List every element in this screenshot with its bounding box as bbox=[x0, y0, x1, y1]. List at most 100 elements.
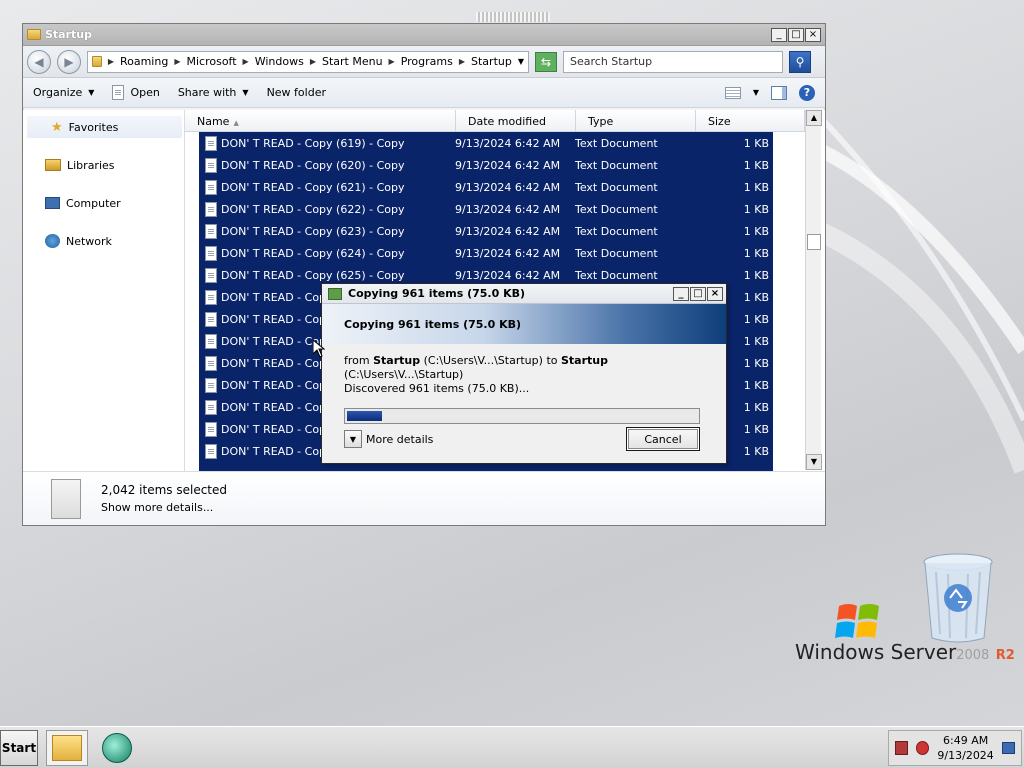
text-document-icon bbox=[205, 399, 217, 415]
progress-fill bbox=[347, 411, 382, 421]
file-name-cell: DON' T READ - Copy (620) - Copy bbox=[199, 157, 455, 173]
scroll-up-button[interactable]: ▲ bbox=[806, 110, 822, 126]
column-header-size[interactable]: Size bbox=[696, 110, 805, 132]
copy-status: Discovered 961 items (75.0 KB)... bbox=[344, 382, 530, 395]
dialog-maximize-button[interactable]: □ bbox=[690, 286, 706, 301]
address-bar[interactable]: ▶ Roaming ▶ Microsoft ▶ Windows ▶ Start Men… bbox=[87, 50, 529, 73]
breadcrumb-startup[interactable]: Startup bbox=[471, 55, 512, 68]
breadcrumb-microsoft[interactable]: Microsoft ▶ bbox=[186, 55, 248, 68]
maximize-button[interactable]: □ bbox=[788, 27, 804, 42]
dialog-minimize-button[interactable]: _ bbox=[673, 286, 689, 301]
help-icon[interactable]: ? bbox=[799, 84, 815, 101]
server-manager-icon bbox=[102, 732, 132, 763]
chevron-down-icon: ▼ bbox=[88, 88, 95, 97]
more-details-label[interactable]: More details bbox=[366, 433, 433, 446]
dialog-close-button[interactable]: × bbox=[707, 286, 723, 301]
table-row[interactable]: DON' T READ - Copy (622) - Copy 9/13/2024… bbox=[199, 198, 773, 220]
taskbar-powershell-button[interactable] bbox=[96, 730, 138, 766]
file-type-cell: Text Document bbox=[575, 136, 658, 150]
minimize-button[interactable]: _ bbox=[771, 27, 787, 42]
dialog-window-controls: _ □ × bbox=[673, 286, 723, 301]
breadcrumb-roaming[interactable]: Roaming ▶ bbox=[120, 55, 181, 68]
taskbar-explorer-button[interactable] bbox=[46, 729, 88, 766]
back-button[interactable]: ◀ bbox=[27, 49, 51, 74]
explorer-window-controls: _ □ × bbox=[771, 27, 821, 42]
table-row[interactable]: DON' T READ - Copy (624) - Copy 9/13/2024… bbox=[199, 242, 773, 264]
column-header-date[interactable]: Date modified bbox=[456, 110, 576, 132]
nav-item-libraries[interactable]: Libraries bbox=[23, 154, 184, 176]
preview-pane-icon[interactable] bbox=[771, 85, 787, 100]
column-header-type[interactable]: Type bbox=[576, 110, 696, 132]
text-document-icon bbox=[205, 223, 217, 239]
breadcrumb-programs[interactable]: Programs ▶ bbox=[401, 55, 465, 68]
nav-item-computer[interactable]: Computer bbox=[23, 192, 184, 214]
scroll-down-button[interactable]: ▼ bbox=[806, 454, 822, 470]
folder-icon bbox=[27, 29, 41, 40]
breadcrumb-start-menu[interactable]: Start Menu ▶ bbox=[322, 55, 395, 68]
file-type-cell: Text Document bbox=[575, 268, 658, 282]
open-button[interactable]: Open bbox=[112, 85, 160, 100]
search-button[interactable]: ⚲ bbox=[789, 50, 811, 73]
dialog-titlebar[interactable]: Copying 961 items (75.0 KB) _ □ × bbox=[322, 284, 726, 304]
clock[interactable]: 6:49 AM 9/13/2024 bbox=[937, 733, 993, 763]
vertical-scrollbar[interactable]: ▲ ▼ bbox=[805, 110, 822, 470]
command-bar: Organize ▼ Open Share with ▼ New folder ▼ … bbox=[23, 78, 825, 108]
file-date-cell: 9/13/2024 6:42 AM bbox=[455, 180, 561, 194]
source-folder-link[interactable]: Startup bbox=[373, 354, 420, 367]
text-document-icon bbox=[205, 267, 217, 283]
chevron-right-icon: ▶ bbox=[174, 57, 181, 66]
explorer-titlebar[interactable]: Startup _ □ × bbox=[23, 24, 825, 46]
show-desktop-icon[interactable] bbox=[1001, 741, 1016, 754]
table-row[interactable]: DON' T READ - Copy (621) - Copy 9/13/2024… bbox=[199, 176, 773, 198]
breadcrumb-windows[interactable]: Windows ▶ bbox=[255, 55, 316, 68]
mouse-cursor-icon bbox=[313, 340, 325, 358]
more-details-toggle[interactable]: ▼ bbox=[344, 430, 362, 448]
file-date-cell: 9/13/2024 6:42 AM bbox=[455, 136, 561, 150]
text-document-icon bbox=[205, 179, 217, 195]
network-status-icon[interactable] bbox=[895, 740, 909, 755]
search-input[interactable]: Search Startup bbox=[563, 50, 783, 73]
search-icon: ⚲ bbox=[795, 54, 805, 69]
file-type-cell: Text Document bbox=[575, 158, 658, 172]
chevron-right-icon[interactable]: ▶ bbox=[108, 57, 114, 66]
open-icon bbox=[112, 85, 125, 100]
chevron-down-icon: ▼ bbox=[349, 434, 357, 444]
change-view-icon[interactable] bbox=[724, 86, 741, 99]
file-type-cell: Text Document bbox=[575, 246, 658, 260]
destination-folder-link[interactable]: Startup bbox=[561, 354, 608, 367]
address-dropdown-icon[interactable]: ▼ bbox=[518, 57, 524, 66]
column-header-name[interactable]: Name ▲ bbox=[185, 110, 456, 132]
volume-muted-icon[interactable] bbox=[916, 740, 930, 755]
table-row[interactable]: DON' T READ - Copy (623) - Copy 9/13/2024… bbox=[199, 220, 773, 242]
cancel-button[interactable]: Cancel bbox=[626, 427, 700, 451]
back-arrow-icon: ◀ bbox=[34, 54, 44, 69]
nav-item-favorites[interactable]: ★ Favorites bbox=[27, 116, 182, 138]
file-type-cell: Text Document bbox=[575, 224, 658, 238]
view-dropdown-icon[interactable]: ▼ bbox=[753, 88, 759, 97]
file-type-cell: Text Document bbox=[575, 202, 658, 216]
close-button[interactable]: × bbox=[805, 27, 821, 42]
text-document-icon bbox=[205, 135, 217, 151]
file-date-cell: 9/13/2024 6:42 AM bbox=[455, 246, 561, 260]
desktop-grip bbox=[476, 12, 550, 22]
text-document-icon bbox=[205, 289, 217, 305]
show-more-details-link[interactable]: Show more details... bbox=[101, 501, 227, 514]
nav-item-network[interactable]: Network bbox=[23, 230, 184, 252]
table-row[interactable]: DON' T READ - Copy (620) - Copy 9/13/2024… bbox=[199, 154, 773, 176]
refresh-button[interactable]: ⇆ bbox=[535, 51, 557, 72]
organize-menu[interactable]: Organize ▼ bbox=[33, 86, 94, 99]
start-button[interactable]: Start bbox=[0, 729, 38, 766]
star-icon: ★ bbox=[51, 119, 63, 135]
explorer-title: Startup bbox=[45, 28, 92, 41]
share-with-menu[interactable]: Share with ▼ bbox=[178, 86, 249, 99]
text-document-icon bbox=[205, 421, 217, 437]
dialog-footer: ▼ More details Cancel bbox=[344, 427, 700, 451]
file-date-cell: 9/13/2024 6:42 AM bbox=[455, 202, 561, 216]
new-folder-button[interactable]: New folder bbox=[267, 86, 326, 99]
scroll-thumb[interactable] bbox=[807, 234, 821, 250]
forward-button[interactable]: ▶ bbox=[57, 49, 81, 74]
refresh-icon: ⇆ bbox=[540, 54, 552, 69]
windows-flag-icon bbox=[835, 604, 879, 638]
text-document-icon bbox=[205, 201, 217, 217]
table-row[interactable]: DON' T READ - Copy (619) - Copy 9/13/2024… bbox=[199, 132, 773, 154]
